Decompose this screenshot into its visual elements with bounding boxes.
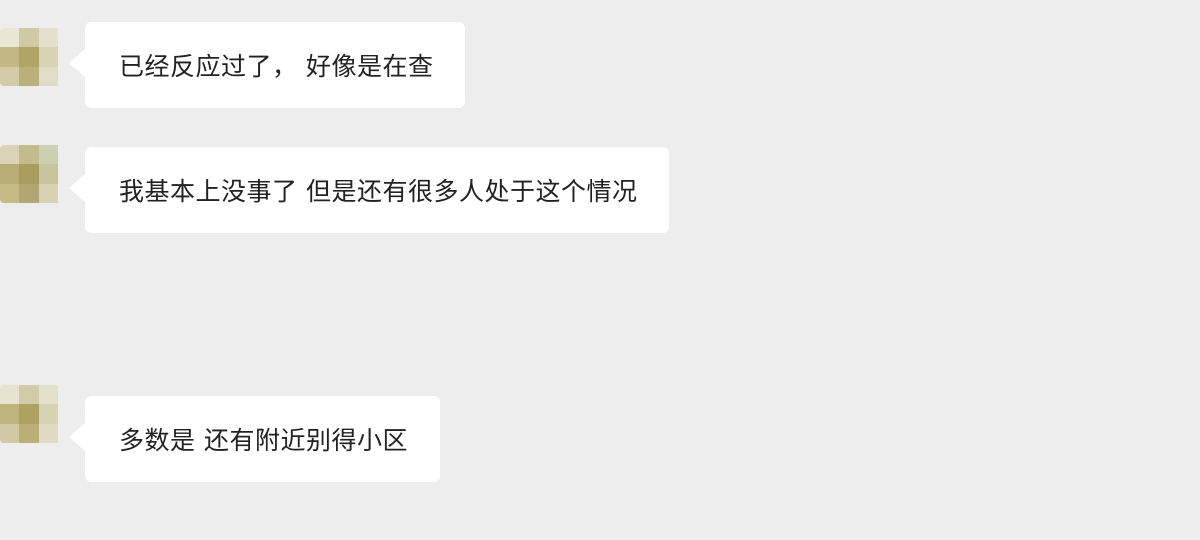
avatar-pixel — [0, 404, 20, 424]
avatar-pixel — [38, 183, 58, 203]
avatar-pixel — [19, 423, 39, 443]
avatar-pixel — [19, 385, 39, 405]
avatar-icon[interactable] — [0, 145, 58, 203]
avatar-pixel — [19, 404, 39, 424]
avatar-pixel — [0, 183, 20, 203]
avatar-pixel — [0, 164, 20, 184]
avatar-pixel — [19, 66, 39, 86]
message-bubble[interactable]: 已经反应过了， 好像是在查 — [68, 22, 466, 108]
avatar-icon[interactable] — [0, 28, 58, 86]
avatar-pixel — [19, 183, 39, 203]
avatar-pixel — [19, 47, 39, 67]
avatar-pixel — [38, 164, 58, 184]
avatar-pixel — [38, 385, 58, 405]
avatar-pixel — [38, 404, 58, 424]
message-text: 已经反应过了， 好像是在查 — [119, 52, 434, 81]
avatar-pixel — [38, 66, 58, 86]
message-text: 多数是 还有附近别得小区 — [119, 426, 408, 455]
avatar-pixel — [19, 28, 39, 48]
avatar-pixel — [38, 28, 58, 48]
avatar-pixel — [38, 47, 58, 67]
avatar-pixel — [19, 164, 39, 184]
avatar-pixel — [19, 145, 39, 165]
avatar-pixel — [38, 145, 58, 165]
avatar-icon[interactable] — [0, 385, 58, 443]
message-bubble[interactable]: 多数是 还有附近别得小区 — [69, 396, 440, 482]
avatar-pixel — [0, 423, 20, 443]
avatar-pixel — [0, 66, 20, 86]
message-bubble[interactable]: 我基本上没事了 但是还有很多人处于这个情况 — [68, 147, 670, 233]
avatar-pixel — [0, 47, 20, 67]
message-text: 我基本上没事了 但是还有很多人处于这个情况 — [119, 177, 638, 206]
avatar-pixel — [0, 385, 20, 405]
avatar-pixel — [38, 423, 58, 443]
chat-message-list: 已经反应过了， 好像是在查 我基本上没事了 但是还有很多人处于这个情况 多数是 … — [0, 0, 1200, 540]
avatar-pixel — [0, 145, 20, 165]
avatar-pixel — [0, 28, 20, 48]
